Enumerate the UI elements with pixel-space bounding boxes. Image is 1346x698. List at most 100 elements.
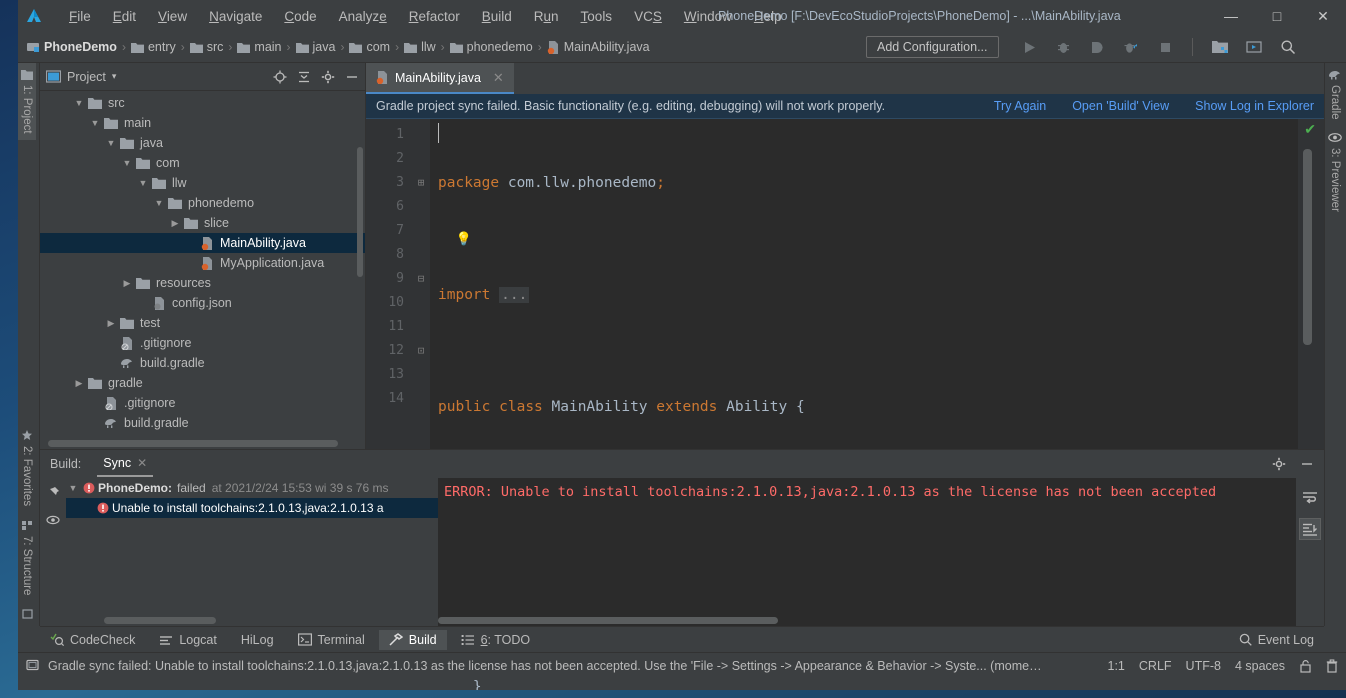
- menu-edit[interactable]: Edit: [102, 5, 147, 28]
- menu-code[interactable]: Code: [273, 5, 327, 28]
- code-editor[interactable]: 1 2 3 6 7 8 9 10 11 12 13 14 ⊞ ⊟ ⊡ package com.llw.ph…: [366, 119, 1324, 690]
- tree-item-java[interactable]: ▼ java: [40, 133, 365, 153]
- bottom-tab-todo[interactable]: 6: TODO: [451, 630, 541, 650]
- caret-position[interactable]: 1:1: [1108, 659, 1125, 673]
- tree-item-build-gradle[interactable]: build.gradle: [40, 353, 365, 373]
- breadcrumb-item-src[interactable]: src: [187, 40, 227, 54]
- scroll-to-end-icon[interactable]: [1299, 518, 1321, 540]
- menu-vcs[interactable]: VCS: [623, 5, 673, 28]
- build-console[interactable]: ERROR: Unable to install toolchains:2.1.…: [438, 478, 1296, 626]
- menu-file[interactable]: File: [58, 5, 102, 28]
- breadcrumb-item-phonedemo[interactable]: PhoneDemo: [24, 40, 120, 54]
- line-separator[interactable]: CRLF: [1139, 659, 1172, 673]
- menu-tools[interactable]: Tools: [570, 5, 624, 28]
- open-build-view-link[interactable]: Open 'Build' View: [1072, 99, 1169, 113]
- breadcrumb-item-mainability[interactable]: MainAbility.java: [544, 40, 653, 54]
- sidebar-item-favorites[interactable]: 2: Favorites: [18, 423, 36, 512]
- stop-icon[interactable]: [1154, 36, 1176, 58]
- breadcrumb-item-main[interactable]: main: [234, 40, 284, 54]
- search-icon[interactable]: [1277, 36, 1299, 58]
- editor-tab-mainability[interactable]: MainAbility.java ✕: [366, 63, 514, 94]
- tree-item-main[interactable]: ▼ main: [40, 113, 365, 133]
- tree-item-phonedemo[interactable]: ▼ phonedemo: [40, 193, 365, 213]
- menu-run[interactable]: Run: [523, 5, 570, 28]
- tree-item-myapplication-java[interactable]: MyApplication.java: [40, 253, 365, 273]
- tree-arrow[interactable]: ▶: [104, 318, 118, 329]
- sidebar-item-previewer[interactable]: 3: Previewer: [1325, 126, 1345, 218]
- menu-bar[interactable]: File Edit View Navigate Code Analyze Ref…: [58, 5, 793, 28]
- pin-icon[interactable]: [46, 486, 60, 500]
- project-tree-hscrollbar[interactable]: [48, 440, 338, 447]
- soft-wrap-icon[interactable]: [1299, 486, 1321, 508]
- breadcrumb-item-java[interactable]: java: [293, 40, 339, 54]
- editor-scrollbar[interactable]: [1303, 149, 1312, 345]
- build-tree-hscrollbar[interactable]: [104, 617, 216, 624]
- tree-item-src[interactable]: ▼ src: [40, 93, 365, 113]
- message-icon[interactable]: [26, 659, 40, 672]
- hide-icon[interactable]: [345, 70, 359, 84]
- tree-item-config-json[interactable]: config.json: [40, 293, 365, 313]
- build-tab-sync[interactable]: Sync ✕: [97, 452, 154, 477]
- bottom-tab-codecheck[interactable]: CodeCheck: [40, 630, 145, 650]
- try-again-link[interactable]: Try Again: [994, 99, 1046, 113]
- code-content[interactable]: package com.llw.phonedemo; 💡 import ... …: [430, 119, 1324, 690]
- attach-debugger-icon[interactable]: [1120, 36, 1142, 58]
- close-icon[interactable]: ✕: [493, 70, 504, 86]
- sidebar-item-project[interactable]: 1: Project: [18, 63, 36, 140]
- previewer-icon[interactable]: [1243, 36, 1265, 58]
- tree-arrow[interactable]: ▶: [120, 278, 134, 289]
- project-tree-scrollbar[interactable]: [357, 147, 363, 277]
- bottom-tab-logcat[interactable]: Logcat: [149, 630, 227, 650]
- tree-arrow[interactable]: ▶: [168, 218, 182, 229]
- sidebar-item-gradle[interactable]: Gradle: [1325, 63, 1345, 126]
- tree-item-test[interactable]: ▶ test: [40, 313, 365, 333]
- tree-arrow[interactable]: ▶: [72, 378, 86, 389]
- fold-marker[interactable]: ⊞: [412, 171, 430, 195]
- tree-arrow[interactable]: ▼: [136, 178, 150, 188]
- menu-navigate[interactable]: Navigate: [198, 5, 273, 28]
- tree-item-llw[interactable]: ▼ llw: [40, 173, 365, 193]
- show-log-in-explorer-link[interactable]: Show Log in Explorer: [1195, 99, 1314, 113]
- bottom-tab-build[interactable]: Build: [378, 629, 447, 650]
- folded-imports[interactable]: ...: [499, 287, 530, 303]
- locate-target-icon[interactable]: [273, 70, 287, 84]
- collapse-all-icon[interactable]: [297, 70, 311, 84]
- tree-arrow[interactable]: ▼: [152, 198, 166, 208]
- indent-setting[interactable]: 4 spaces: [1235, 659, 1285, 673]
- gear-icon[interactable]: [1272, 457, 1286, 471]
- tree-arrow[interactable]: ▼: [88, 118, 102, 128]
- trash-icon[interactable]: [1326, 658, 1338, 673]
- tree-item-build-gradle[interactable]: build.gradle: [40, 413, 365, 433]
- build-tree-row-child[interactable]: Unable to install toolchains:2.1.0.13,ja…: [66, 498, 438, 518]
- build-tree[interactable]: ▼ PhoneDemo: failed at 2021/2/24 15:53 w…: [66, 478, 438, 626]
- code-folding-gutter[interactable]: ⊞ ⊟ ⊡: [412, 119, 430, 449]
- run-icon[interactable]: [1018, 36, 1040, 58]
- sidebar-item-structure[interactable]: 7: Structure: [18, 513, 36, 601]
- maximize-button[interactable]: □: [1254, 0, 1300, 32]
- bottom-tab-terminal[interactable]: Terminal: [288, 630, 375, 650]
- add-configuration-button[interactable]: Add Configuration...: [866, 36, 999, 58]
- inspection-status-icon[interactable]: ✔: [1304, 121, 1316, 138]
- menu-analyze[interactable]: Analyze: [328, 5, 398, 28]
- device-manager-icon[interactable]: [1209, 36, 1231, 58]
- hide-icon[interactable]: [1300, 457, 1314, 471]
- build-console-hscrollbar[interactable]: [438, 617, 778, 624]
- minimize-button[interactable]: —: [1208, 0, 1254, 32]
- close-button[interactable]: ✕: [1300, 0, 1346, 32]
- bottom-tab-hilog[interactable]: HiLog: [231, 630, 284, 650]
- tree-arrow[interactable]: ▼: [66, 483, 80, 493]
- tree-item--gitignore[interactable]: .gitignore: [40, 393, 365, 413]
- breadcrumb-item-phonedemo-pkg[interactable]: phonedemo: [447, 40, 536, 54]
- tree-item-com[interactable]: ▼ com: [40, 153, 365, 173]
- tree-arrow[interactable]: ▼: [120, 158, 134, 168]
- eye-icon[interactable]: [46, 514, 60, 526]
- build-tree-row-root[interactable]: ▼ PhoneDemo: failed at 2021/2/24 15:53 w…: [66, 478, 438, 498]
- fold-marker[interactable]: ⊡: [412, 339, 430, 363]
- menu-build[interactable]: Build: [471, 5, 523, 28]
- profile-icon[interactable]: [1086, 36, 1108, 58]
- lock-icon[interactable]: [1299, 659, 1312, 673]
- tree-item-resources[interactable]: ▶ resources: [40, 273, 365, 293]
- event-log-button[interactable]: Event Log: [1239, 633, 1324, 647]
- intention-bulb-icon[interactable]: 💡: [455, 232, 471, 247]
- tree-item-gradle[interactable]: ▶ gradle: [40, 373, 365, 393]
